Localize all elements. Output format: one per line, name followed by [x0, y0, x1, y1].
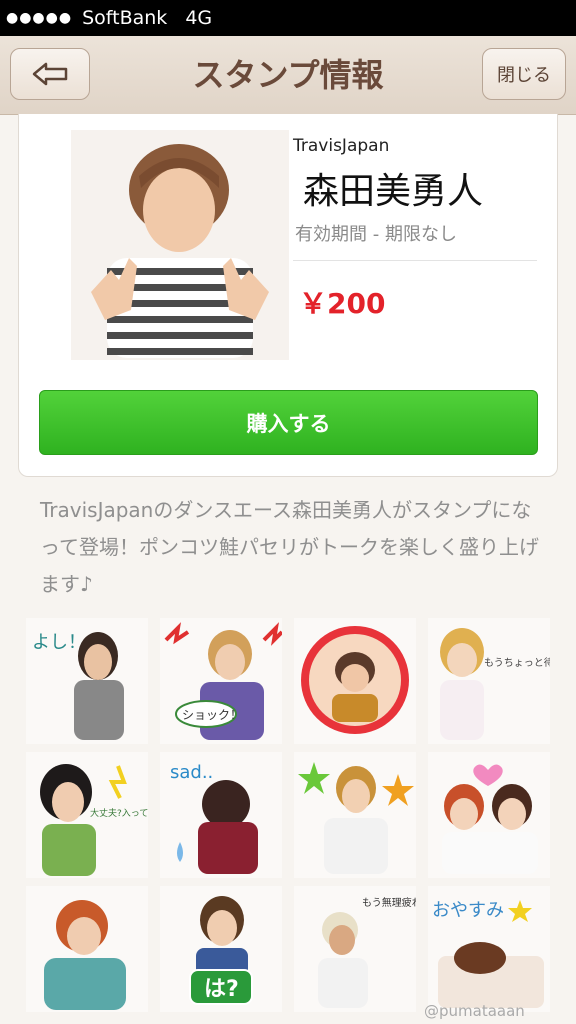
- sticker-author[interactable]: TravisJapan: [293, 136, 389, 156]
- status-bar: ●●●●● SoftBank 4G: [0, 0, 576, 36]
- price: ￥200: [299, 287, 386, 320]
- sticker-info-card: TravisJapan 森田美勇人 有効期間 - 期限なし ￥200 購入する: [18, 114, 558, 477]
- sticker-thumbnail[interactable]: もうちょっと待ってて♥: [428, 618, 550, 744]
- sticker-thumbnail[interactable]: [428, 752, 550, 878]
- sticker-caption: は?: [204, 977, 239, 1002]
- sticker-name: 森田美勇人: [303, 171, 484, 212]
- sticker-caption: ショック！: [182, 708, 242, 722]
- sticker-thumbnail[interactable]: [294, 752, 416, 878]
- validity-period: 有効期間 - 期限なし: [295, 224, 457, 245]
- sticker-caption: もうちょっと待ってて♥: [484, 656, 550, 669]
- sticker-caption: もう無理疲れた: [362, 896, 416, 909]
- divider: [293, 260, 537, 261]
- sticker-preview-grid: よし！ ショック！ もうちょっと待ってて♥: [26, 618, 552, 1018]
- sticker-description: TravisJapanのダンスエース森田美勇人がスタンプになって登場！ポンコツ鮭…: [40, 498, 539, 596]
- main-sticker-image: [71, 130, 289, 360]
- sticker-thumbnail[interactable]: [294, 618, 416, 744]
- sticker-thumbnail[interactable]: もう無理疲れた: [294, 886, 416, 1012]
- close-button[interactable]: 閉じる: [482, 48, 566, 100]
- sticker-thumbnail[interactable]: は?: [160, 886, 282, 1012]
- back-button[interactable]: [10, 48, 90, 100]
- back-arrow-icon: [32, 62, 68, 86]
- signal-strength: ●●●●●: [6, 10, 73, 26]
- sticker-caption: おやすみ: [432, 900, 504, 921]
- watermark: @pumataaan: [424, 1002, 525, 1020]
- sticker-thumbnail[interactable]: sad..: [160, 752, 282, 878]
- carrier-name: SoftBank: [82, 7, 168, 29]
- sticker-caption: sad..: [170, 762, 213, 783]
- sticker-thumbnail[interactable]: おやすみ: [428, 886, 550, 1012]
- network-type: 4G: [185, 7, 213, 29]
- nav-bar: スタンプ情報 閉じる: [0, 36, 576, 115]
- sticker-thumbnail[interactable]: よし！: [26, 618, 148, 744]
- sticker-thumbnail[interactable]: 大丈夫?入ってない?: [26, 752, 148, 878]
- sticker-thumbnail[interactable]: [26, 886, 148, 1012]
- sticker-caption: よし！: [32, 632, 86, 653]
- sticker-thumbnail[interactable]: ショック！: [160, 618, 282, 744]
- buy-button[interactable]: 購入する: [39, 390, 538, 455]
- sticker-caption: 大丈夫?入ってない?: [90, 807, 148, 819]
